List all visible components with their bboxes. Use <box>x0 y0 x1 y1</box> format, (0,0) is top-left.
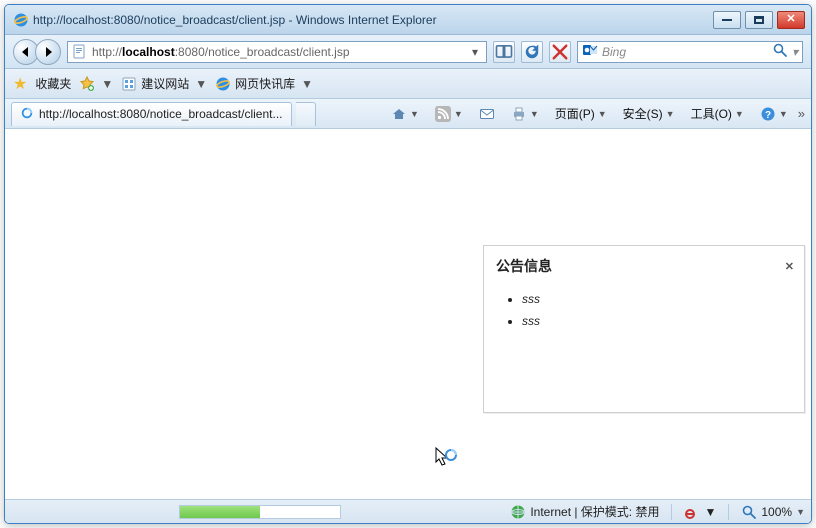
help-button[interactable]: ?▼ <box>754 103 794 125</box>
search-dropdown[interactable]: ▾ <box>792 45 798 59</box>
titlebar: http://localhost:8080/notice_broadcast/c… <box>5 5 811 35</box>
search-icon[interactable] <box>772 42 788 61</box>
url-text: http://localhost:8080/notice_broadcast/c… <box>92 45 464 59</box>
new-tab-button[interactable] <box>296 102 316 126</box>
nav-buttons <box>13 39 61 65</box>
mail-button[interactable] <box>473 103 501 125</box>
address-bar: http://localhost:8080/notice_broadcast/c… <box>5 35 811 69</box>
home-button[interactable]: ▼ <box>385 103 425 125</box>
notice-item: sss <box>522 288 792 310</box>
progress-bar <box>179 505 341 519</box>
favorites-label[interactable]: 收藏夹 <box>35 75 71 92</box>
minimize-button[interactable] <box>713 11 741 29</box>
url-field[interactable]: http://localhost:8080/notice_broadcast/c… <box>67 41 487 63</box>
suggested-sites[interactable]: 建议网站 ▼ <box>121 75 207 92</box>
forward-button[interactable] <box>35 39 61 65</box>
favorites-bar: ★ 收藏夹 ▼ 建议网站 ▼ 网页快讯库 ▼ <box>5 69 811 99</box>
stop-button[interactable] <box>549 41 571 63</box>
zone-info[interactable]: Internet | 保护模式: 禁用 <box>510 503 659 520</box>
page-viewport: 公告信息 ✕ sss sss <box>5 129 811 499</box>
search-placeholder: Bing <box>602 45 626 59</box>
compat-view-button[interactable] <box>493 41 515 63</box>
notice-title: 公告信息 <box>496 256 552 276</box>
favorites-star-icon[interactable]: ★ <box>13 74 27 94</box>
feeds-button[interactable]: ▼ <box>429 103 469 125</box>
web-slice-label: 网页快讯库 <box>235 75 295 92</box>
ie-icon <box>13 12 29 28</box>
notice-panel: 公告信息 ✕ sss sss <box>483 245 805 413</box>
privacy-button[interactable]: ▼ <box>684 504 716 520</box>
notice-body: sss sss <box>484 282 804 412</box>
tab-command-row: http://localhost:8080/notice_broadcast/c… <box>5 99 811 129</box>
tools-menu[interactable]: 工具(O)▼ <box>685 103 750 125</box>
suggested-sites-label: 建议网站 <box>141 75 189 92</box>
svg-text:?: ? <box>765 110 771 121</box>
add-favorite-button[interactable]: ▼ <box>79 76 113 92</box>
zoom-value: 100% <box>761 505 792 519</box>
zoom-control[interactable]: 100% ▼ <box>741 504 805 520</box>
cursor-busy-icon <box>435 447 457 472</box>
outlook-icon <box>582 42 598 61</box>
notice-close-button[interactable]: ✕ <box>785 260 794 273</box>
window-title: http://localhost:8080/notice_broadcast/c… <box>33 13 713 27</box>
notice-list: sss sss <box>504 288 792 332</box>
tab-favicon <box>20 106 34 123</box>
window-controls <box>713 11 805 29</box>
page-icon <box>72 44 88 60</box>
close-button[interactable] <box>777 11 805 29</box>
search-box[interactable]: Bing ▾ <box>577 41 803 63</box>
status-bar: Internet | 保护模式: 禁用 ▼ 100% ▼ <box>5 499 811 523</box>
print-button[interactable]: ▼ <box>505 103 545 125</box>
tab-title: http://localhost:8080/notice_broadcast/c… <box>39 107 283 121</box>
refresh-button[interactable] <box>521 41 543 63</box>
safety-menu[interactable]: 安全(S)▼ <box>617 103 681 125</box>
zone-text: Internet | 保护模式: 禁用 <box>530 503 659 520</box>
notice-item: sss <box>522 310 792 332</box>
page-menu[interactable]: 页面(P)▼ <box>549 103 613 125</box>
browser-window: http://localhost:8080/notice_broadcast/c… <box>4 4 812 524</box>
web-slice-gallery[interactable]: 网页快讯库 ▼ <box>215 75 313 92</box>
url-dropdown[interactable]: ▾ <box>468 45 482 59</box>
tab-active[interactable]: http://localhost:8080/notice_broadcast/c… <box>11 102 292 126</box>
maximize-button[interactable] <box>745 11 773 29</box>
overflow-chevron[interactable]: » <box>798 106 805 121</box>
